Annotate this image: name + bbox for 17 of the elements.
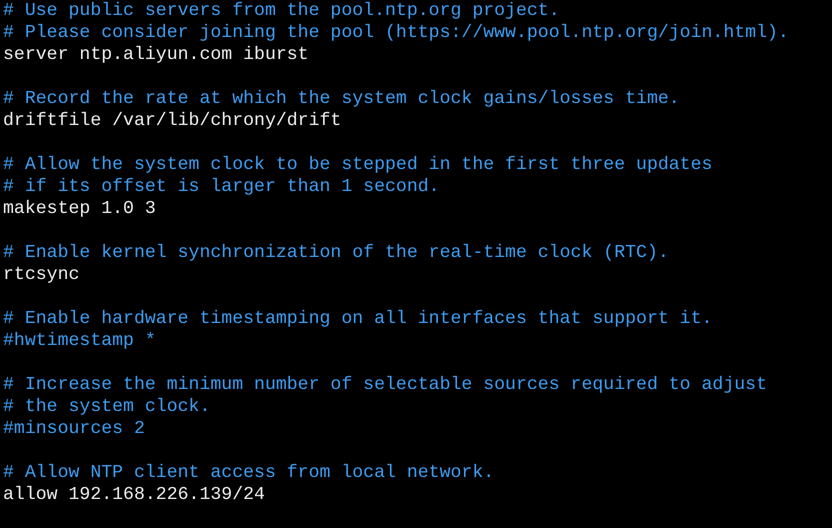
code-comment: # Allow the system clock to be stepped in the first three updates — [3, 155, 712, 175]
config-line: makestep 1.0 3 — [3, 199, 156, 219]
code-comment: # Increase the minimum number of selectable sources required to adjust — [3, 375, 767, 395]
config-line: allow 192.168.226.139/24 — [3, 485, 265, 505]
code-comment: # Enable hardware timestamping on all interfaces that support it. — [3, 309, 712, 329]
code-comment: #minsources 2 — [3, 419, 145, 439]
code-comment: # Allow NTP client access from local network. — [3, 463, 494, 483]
code-comment: # the system clock. — [3, 397, 210, 417]
code-comment: # Enable kernel synchronization of the real-time clock (RTC). — [3, 243, 669, 263]
code-comment: # if its offset is larger than 1 second. — [3, 177, 440, 197]
code-comment: #hwtimestamp * — [3, 331, 156, 351]
code-comment: # Use public servers from the pool.ntp.org project. — [3, 1, 560, 21]
config-line: rtcsync — [3, 265, 80, 285]
code-comment: # Please consider joining the pool (https://www.pool.ntp.org/join.html). — [3, 23, 789, 43]
code-comment: # Record the rate at which the system clock gains/losses time. — [3, 89, 680, 109]
config-line: server ntp.aliyun.com iburst — [3, 45, 309, 65]
config-line: driftfile /var/lib/chrony/drift — [3, 111, 342, 131]
